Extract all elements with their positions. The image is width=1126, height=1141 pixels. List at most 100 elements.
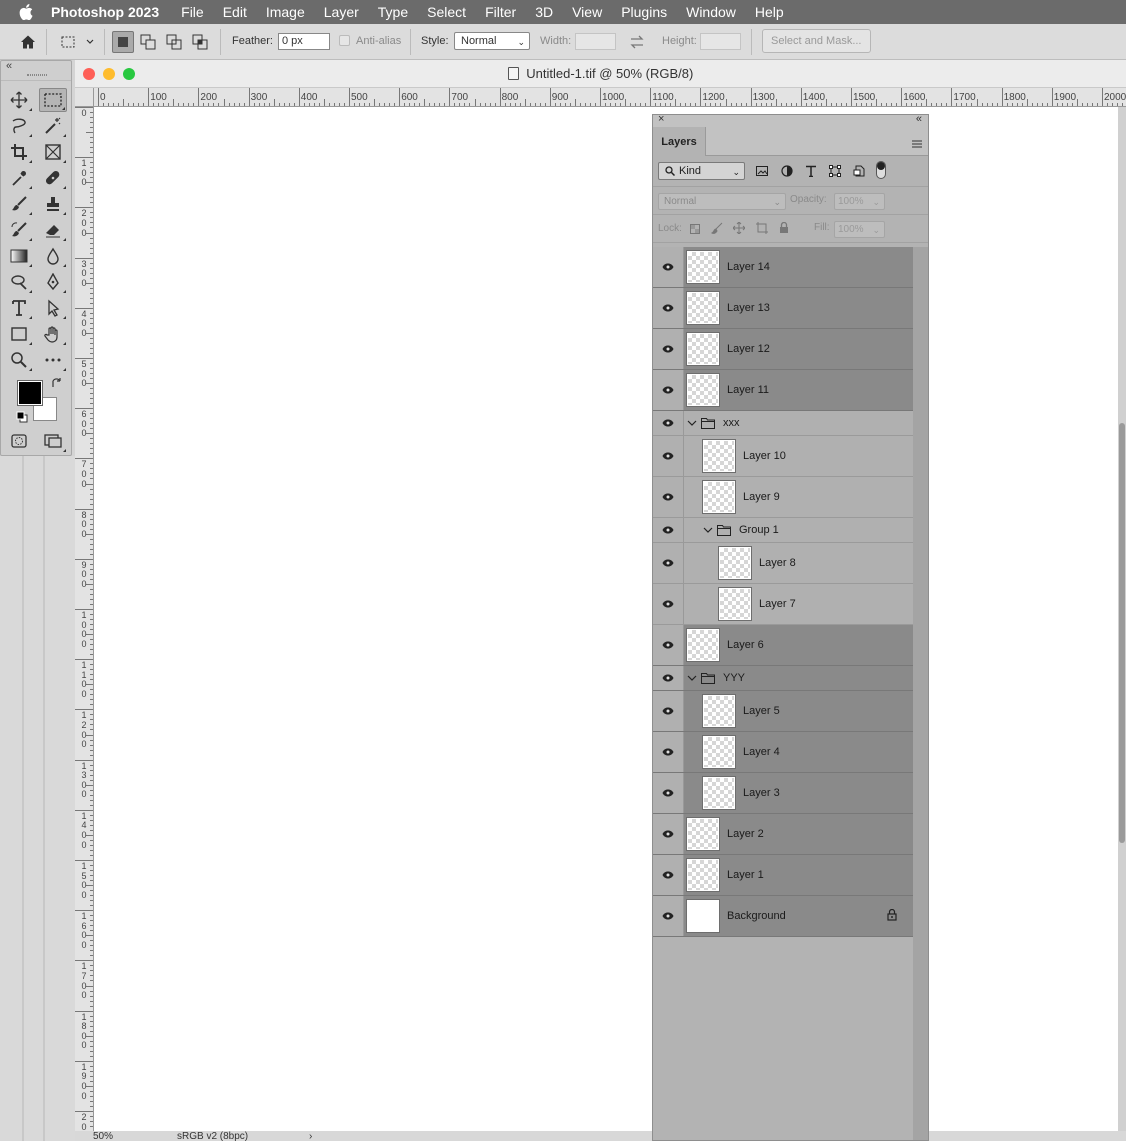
visibility-eye-icon[interactable]: [653, 896, 684, 936]
subtract-from-selection-icon[interactable]: [164, 32, 184, 52]
menu-window[interactable]: Window: [686, 4, 736, 20]
visibility-eye-icon[interactable]: [653, 518, 684, 542]
collapse-panel-icon[interactable]: «: [6, 60, 12, 72]
new-selection-icon[interactable]: [112, 31, 134, 53]
layer-row[interactable]: Layer 9: [653, 477, 913, 518]
default-colors-icon[interactable]: [16, 411, 28, 426]
select-and-mask-button[interactable]: Select and Mask...: [762, 29, 871, 53]
healing-brush-tool-icon[interactable]: [39, 166, 67, 190]
visibility-eye-icon[interactable]: [653, 370, 684, 410]
lock-image-pixels-icon[interactable]: [710, 222, 723, 237]
layer-row[interactable]: Layer 7: [653, 584, 913, 625]
layer-row[interactable]: Layer 13: [653, 288, 913, 329]
menu-view[interactable]: View: [572, 4, 602, 20]
layer-row[interactable]: Background: [653, 896, 913, 937]
visibility-eye-icon[interactable]: [653, 411, 684, 435]
layer-row[interactable]: Layer 6: [653, 625, 913, 666]
panel-header[interactable]: × «: [653, 113, 928, 127]
tab-layers[interactable]: Layers: [653, 127, 706, 156]
chevron-right-icon[interactable]: ›: [309, 1131, 312, 1141]
layer-group-row[interactable]: YYY: [653, 666, 913, 691]
panel-menu-icon[interactable]: [912, 137, 922, 151]
ruler-origin[interactable]: [75, 88, 94, 107]
visibility-eye-icon[interactable]: [653, 288, 684, 328]
hand-tool-icon[interactable]: [39, 322, 67, 346]
intersect-selection-icon[interactable]: [190, 32, 210, 52]
screen-mode-icon[interactable]: [39, 429, 67, 453]
more-tools-icon[interactable]: [39, 348, 67, 372]
visibility-eye-icon[interactable]: [653, 732, 684, 772]
layer-row[interactable]: Layer 10: [653, 436, 913, 477]
menu-plugins[interactable]: Plugins: [621, 4, 667, 20]
chevron-down-icon[interactable]: [703, 524, 713, 534]
shape-layer-filter-icon[interactable]: [827, 163, 843, 179]
visibility-eye-icon[interactable]: [653, 584, 684, 624]
home-icon[interactable]: [18, 32, 38, 52]
visibility-eye-icon[interactable]: [653, 477, 684, 517]
visibility-eye-icon[interactable]: [653, 773, 684, 813]
menu-type[interactable]: Type: [378, 4, 408, 20]
brush-tool-icon[interactable]: [5, 192, 33, 216]
canvas[interactable]: [94, 107, 1118, 1131]
menu-file[interactable]: File: [181, 4, 204, 20]
clone-stamp-tool-icon[interactable]: [39, 192, 67, 216]
layer-row[interactable]: Layer 3: [653, 773, 913, 814]
layer-row[interactable]: Layer 4: [653, 732, 913, 773]
type-tool-icon[interactable]: [5, 296, 33, 320]
kind-filter-dropdown[interactable]: Kind ⌄: [658, 162, 745, 180]
move-tool-icon[interactable]: [5, 88, 33, 112]
visibility-eye-icon[interactable]: [653, 247, 684, 287]
layer-group-row[interactable]: Group 1: [653, 518, 913, 543]
frame-tool-icon[interactable]: [39, 140, 67, 164]
style-dropdown[interactable]: Normal ⌄: [454, 32, 530, 50]
vertical-ruler[interactable]: 0 100 200 300 400 500 600 700 800 900 1000 1100 1200…: [75, 107, 94, 1131]
layer-row[interactable]: Layer 1: [653, 855, 913, 896]
type-layer-filter-icon[interactable]: [803, 163, 819, 179]
menu-filter[interactable]: Filter: [485, 4, 516, 20]
path-selection-tool-icon[interactable]: [39, 296, 67, 320]
swap-colors-icon[interactable]: [51, 377, 63, 392]
vertical-scrollbar[interactable]: [1118, 107, 1126, 1131]
menu-edit[interactable]: Edit: [223, 4, 247, 20]
menu-help[interactable]: Help: [755, 4, 784, 20]
visibility-eye-icon[interactable]: [653, 625, 684, 665]
visibility-eye-icon[interactable]: [653, 814, 684, 854]
close-panel-icon[interactable]: ×: [658, 113, 664, 125]
collapse-panel-icon[interactable]: «: [916, 113, 922, 125]
horizontal-ruler[interactable]: 0 100 200 300 400 500 600 700 800 900 1000 1100 1200…: [94, 88, 1126, 107]
rectangle-tool-icon[interactable]: [5, 322, 33, 346]
adjustment-layer-filter-icon[interactable]: [779, 163, 795, 179]
anti-alias-checkbox[interactable]: [339, 35, 350, 46]
document-profile[interactable]: sRGB v2 (8bpc): [177, 1131, 248, 1141]
visibility-eye-icon[interactable]: [653, 691, 684, 731]
quick-mask-icon[interactable]: [5, 429, 33, 453]
opacity-input[interactable]: 100% ⌄: [834, 193, 885, 210]
fill-input[interactable]: 100% ⌄: [834, 221, 885, 238]
drag-grip[interactable]: [27, 74, 47, 76]
history-brush-tool-icon[interactable]: [5, 218, 33, 242]
layer-row[interactable]: Layer 2: [653, 814, 913, 855]
layers-scrollbar[interactable]: [913, 247, 928, 1140]
lock-transparent-pixels-icon[interactable]: [690, 223, 700, 237]
dodge-tool-icon[interactable]: [5, 270, 33, 294]
lock-position-icon[interactable]: [732, 221, 746, 237]
scrollbar-thumb[interactable]: [1119, 423, 1125, 843]
lock-icon[interactable]: [887, 908, 897, 924]
eraser-tool-icon[interactable]: [39, 218, 67, 242]
gradient-tool-icon[interactable]: [5, 244, 33, 268]
apple-icon[interactable]: [16, 2, 36, 22]
layer-row[interactable]: Layer 14: [653, 247, 913, 288]
zoom-tool-icon[interactable]: [5, 348, 33, 372]
lasso-tool-icon[interactable]: [5, 114, 33, 138]
layer-group-row[interactable]: xxx: [653, 411, 913, 436]
visibility-eye-icon[interactable]: [653, 543, 684, 583]
chevron-down-icon[interactable]: [687, 417, 697, 427]
layer-row[interactable]: Layer 12: [653, 329, 913, 370]
visibility-eye-icon[interactable]: [653, 436, 684, 476]
eyedropper-tool-icon[interactable]: [5, 166, 33, 190]
layer-row[interactable]: Layer 5: [653, 691, 913, 732]
zoom-level[interactable]: 50%: [93, 1131, 113, 1141]
visibility-eye-icon[interactable]: [653, 666, 684, 690]
blend-mode-dropdown[interactable]: Normal ⌄: [658, 193, 786, 210]
toolbox-header[interactable]: «: [1, 60, 71, 81]
